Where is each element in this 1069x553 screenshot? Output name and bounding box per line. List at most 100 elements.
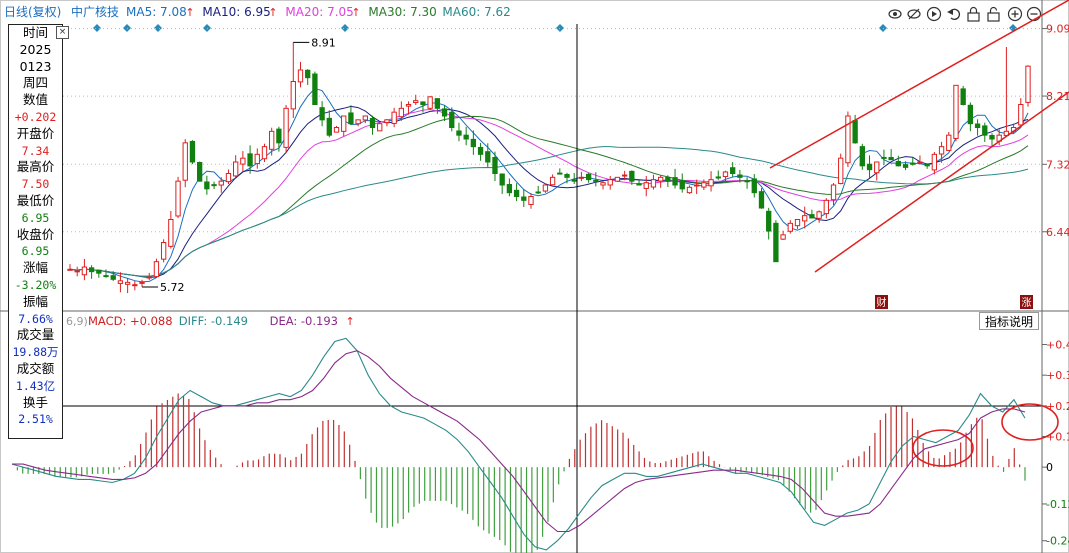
candle-body[interactable] <box>730 167 736 174</box>
candle-body[interactable] <box>910 162 916 165</box>
candle-body[interactable] <box>254 153 260 165</box>
candle-body[interactable] <box>917 161 923 164</box>
candle-body[interactable] <box>456 130 462 136</box>
candle-body[interactable] <box>830 184 837 201</box>
candle-body[interactable] <box>694 184 700 187</box>
candle-body[interactable] <box>182 142 188 181</box>
candle-body[interactable] <box>81 266 88 276</box>
candle-body[interactable] <box>441 108 448 117</box>
candle-body[interactable] <box>629 170 635 182</box>
candle-body[interactable] <box>362 115 368 121</box>
candle-body[interactable] <box>614 176 621 182</box>
candle-body[interactable] <box>787 222 793 232</box>
candle-body[interactable] <box>773 222 779 263</box>
candle-body[interactable] <box>160 242 167 260</box>
candle-body[interactable] <box>110 275 116 280</box>
candle-body[interactable] <box>124 281 131 285</box>
candle-body[interactable] <box>196 161 203 182</box>
candle-body[interactable] <box>701 182 707 188</box>
candle-body[interactable] <box>607 179 613 186</box>
candle-body[interactable] <box>283 107 289 148</box>
candle-body[interactable] <box>593 179 599 182</box>
candle-body[interactable] <box>463 134 469 140</box>
candle-body[interactable] <box>355 119 361 125</box>
period-label[interactable]: 日线(复权) <box>4 5 61 19</box>
candle-body[interactable] <box>521 196 527 201</box>
candle-body[interactable] <box>542 184 549 192</box>
candle-body[interactable] <box>895 160 902 167</box>
candle-body[interactable] <box>528 196 534 205</box>
candle-body[interactable] <box>297 69 304 83</box>
candle-body[interactable] <box>1018 104 1024 126</box>
candle-body[interactable] <box>989 134 995 140</box>
candle-body[interactable] <box>269 130 275 150</box>
candle-body[interactable] <box>117 280 124 284</box>
candle-body[interactable] <box>398 107 404 118</box>
candle-body[interactable] <box>470 138 477 148</box>
candle-body[interactable] <box>982 125 988 136</box>
candle-body[interactable] <box>225 173 232 183</box>
candle-body[interactable] <box>305 69 311 79</box>
candle-body[interactable] <box>535 191 541 194</box>
candle-body[interactable] <box>434 98 441 109</box>
candle-body[interactable] <box>513 189 520 198</box>
candle-body[interactable] <box>809 214 815 219</box>
candle-body[interactable] <box>67 268 73 271</box>
candle-body[interactable] <box>204 181 210 190</box>
candle-body[interactable] <box>506 183 513 194</box>
candle-body[interactable] <box>564 174 570 178</box>
candle-body[interactable] <box>715 176 721 179</box>
candle-body[interactable] <box>737 174 743 178</box>
candle-body[interactable] <box>859 146 865 167</box>
candle-body[interactable] <box>794 219 801 227</box>
candle-body[interactable] <box>650 179 657 188</box>
candle-body[interactable] <box>780 234 786 240</box>
candle-body[interactable] <box>549 176 556 186</box>
candle-body[interactable] <box>571 179 577 182</box>
candle-body[interactable] <box>665 176 671 182</box>
candle-body[interactable] <box>276 128 282 144</box>
candle-body[interactable] <box>477 146 484 155</box>
candle-body[interactable] <box>391 111 397 124</box>
candle-body[interactable] <box>132 284 138 287</box>
candle-body[interactable] <box>189 140 196 163</box>
candle-body[interactable] <box>333 127 340 133</box>
data-window-close-button[interactable]: × <box>56 26 69 39</box>
candle-body[interactable] <box>881 156 887 159</box>
candle-body[interactable] <box>218 180 224 186</box>
candle-body[interactable] <box>974 123 981 128</box>
candle-body[interactable] <box>492 156 498 174</box>
candle-body[interactable] <box>139 281 145 284</box>
candle-body[interactable] <box>967 104 974 125</box>
candle-body[interactable] <box>758 191 765 209</box>
candle-body[interactable] <box>312 73 318 105</box>
candle-body[interactable] <box>657 176 664 182</box>
candle-body[interactable] <box>405 104 412 107</box>
candle-body[interactable] <box>319 107 325 121</box>
candle-body[interactable] <box>686 186 693 194</box>
candle-body[interactable] <box>341 115 347 132</box>
candle-body[interactable] <box>708 179 714 187</box>
candle-body[interactable] <box>679 180 685 190</box>
candle-body[interactable] <box>946 134 952 151</box>
candle-body[interactable] <box>449 111 455 129</box>
candle-body[interactable] <box>744 180 750 183</box>
candle-body[interactable] <box>600 182 606 186</box>
candle-body[interactable] <box>326 117 332 136</box>
candle-body[interactable] <box>485 151 491 163</box>
candle-body[interactable] <box>348 112 354 125</box>
candle-body[interactable] <box>240 157 246 165</box>
candle-body[interactable] <box>103 275 109 278</box>
candle-body[interactable] <box>233 161 239 177</box>
candle-body[interactable] <box>636 183 642 186</box>
candle-body[interactable] <box>802 215 808 222</box>
candle-body[interactable] <box>175 180 181 217</box>
candle-body[interactable] <box>1025 65 1031 103</box>
candle-body[interactable] <box>211 184 217 187</box>
rise-marker[interactable]: 涨 <box>1020 295 1033 309</box>
candle-body[interactable] <box>413 100 419 104</box>
candle-body[interactable] <box>902 164 909 168</box>
candle-body[interactable] <box>74 270 80 273</box>
candle-body[interactable] <box>852 120 858 144</box>
candle-body[interactable] <box>369 117 376 129</box>
